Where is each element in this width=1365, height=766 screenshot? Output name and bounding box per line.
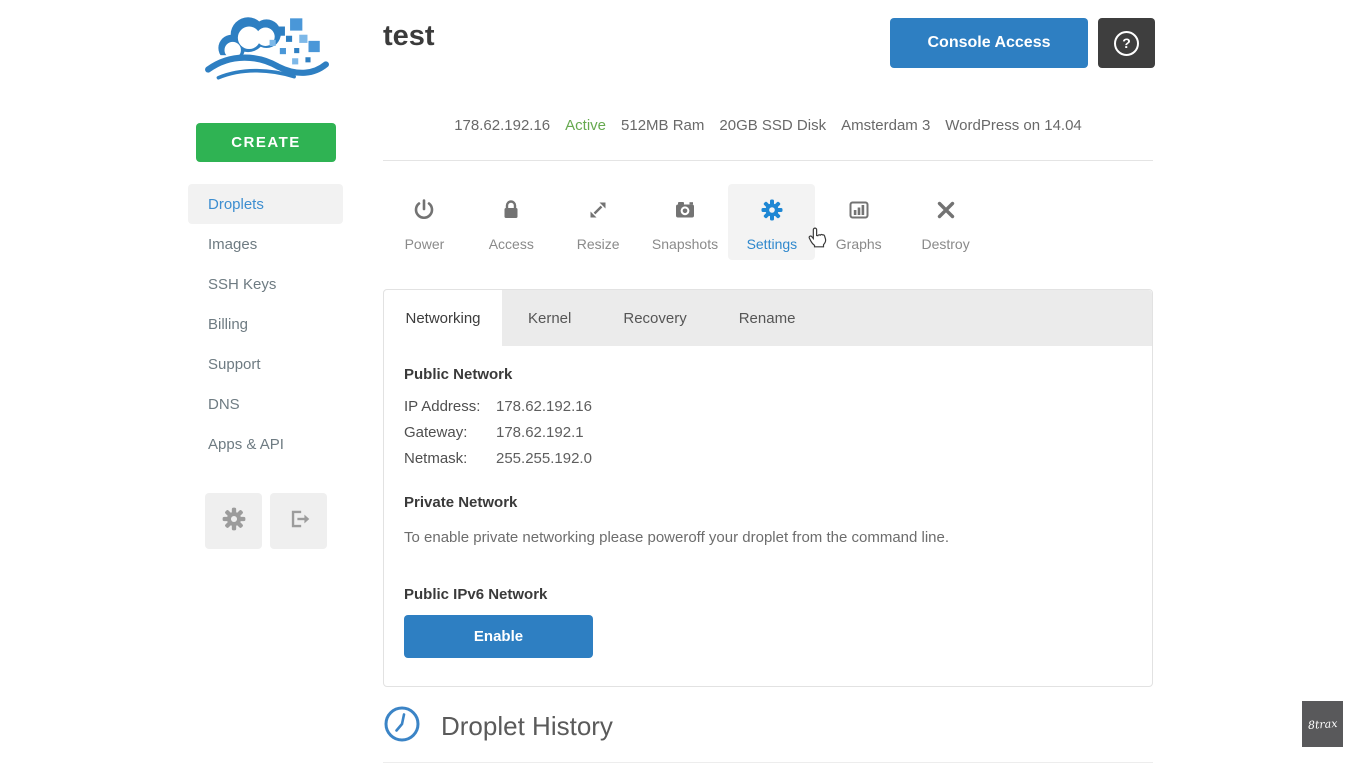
- droplet-meta-bar: 178.62.192.16 Active 512MB Ram 20GB SSD …: [383, 117, 1153, 134]
- enable-ipv6-button[interactable]: Enable: [404, 615, 593, 658]
- digitalocean-logo: [202, 6, 330, 88]
- action-settings[interactable]: Settings: [728, 184, 815, 260]
- ip-address-label: IP Address:: [404, 394, 496, 420]
- ip-address-value: 178.62.192.16: [496, 394, 592, 420]
- droplet-history-title: Droplet History: [441, 711, 613, 742]
- page-title: test: [383, 20, 435, 53]
- cursor-pointer-icon: [806, 226, 828, 250]
- lock-icon: [499, 198, 523, 227]
- bar-chart-icon: [847, 198, 871, 227]
- video-watermark: 8trax: [1302, 701, 1343, 747]
- logout-icon: [286, 506, 312, 537]
- help-button[interactable]: ?: [1098, 18, 1155, 68]
- droplet-history-header: Droplet History: [383, 705, 613, 748]
- question-mark-icon: ?: [1114, 31, 1139, 56]
- watermark-label: 8trax: [1307, 716, 1337, 731]
- status-badge: Active: [565, 117, 606, 134]
- sidebar-item-support[interactable]: Support: [188, 344, 343, 384]
- netmask-row: Netmask: 255.255.192.0: [404, 446, 1132, 472]
- settings-panel: Networking Kernel Recovery Rename Public…: [383, 289, 1153, 687]
- sidebar-item-apps-api[interactable]: Apps & API: [188, 424, 343, 464]
- public-network-title: Public Network: [404, 366, 1132, 383]
- history-divider: [383, 762, 1153, 763]
- action-graphs[interactable]: Graphs: [815, 184, 902, 260]
- action-label: Graphs: [836, 236, 882, 252]
- private-network-title: Private Network: [404, 494, 1132, 511]
- private-network-message: To enable private networking please powe…: [404, 529, 1132, 546]
- sidebar-item-billing[interactable]: Billing: [188, 304, 343, 344]
- sidebar-item-images[interactable]: Images: [188, 224, 343, 264]
- logout-button[interactable]: [270, 493, 327, 549]
- networking-content: Public Network IP Address: 178.62.192.16…: [384, 346, 1152, 678]
- power-icon: [412, 198, 436, 227]
- gear-icon: [221, 506, 247, 537]
- cloud-logo-graphic: [202, 6, 330, 88]
- droplet-image: WordPress on 14.04: [945, 117, 1081, 134]
- tab-rename[interactable]: Rename: [713, 290, 822, 346]
- gateway-value: 178.62.192.1: [496, 420, 584, 446]
- camera-icon: [673, 198, 697, 227]
- settings-tabbar: Networking Kernel Recovery Rename: [384, 290, 1152, 346]
- console-access-button[interactable]: Console Access: [890, 18, 1088, 68]
- gateway-label: Gateway:: [404, 420, 496, 446]
- action-resize[interactable]: Resize: [555, 184, 642, 260]
- action-power[interactable]: Power: [381, 184, 468, 260]
- droplet-disk: 20GB SSD Disk: [719, 117, 826, 134]
- clock-icon: [383, 705, 421, 748]
- droplet-actions: Power Access Resize: [381, 184, 989, 260]
- sidebar-tools: [205, 493, 327, 549]
- ipv6-network-title: Public IPv6 Network: [404, 586, 1132, 603]
- account-settings-button[interactable]: [205, 493, 262, 549]
- tab-kernel[interactable]: Kernel: [502, 290, 597, 346]
- tab-recovery[interactable]: Recovery: [597, 290, 712, 346]
- action-label: Settings: [747, 236, 798, 252]
- sidebar-nav: Droplets Images SSH Keys Billing Support…: [188, 184, 343, 464]
- header-divider: [383, 160, 1153, 161]
- droplet-ip: 178.62.192.16: [454, 117, 550, 134]
- gear-icon: [760, 198, 784, 227]
- sidebar-item-dns[interactable]: DNS: [188, 384, 343, 424]
- tab-networking[interactable]: Networking: [384, 290, 502, 346]
- action-access[interactable]: Access: [468, 184, 555, 260]
- action-label: Access: [489, 236, 534, 252]
- action-label: Snapshots: [652, 236, 718, 252]
- droplet-region: Amsterdam 3: [841, 117, 930, 134]
- x-icon: [934, 198, 958, 227]
- create-button[interactable]: CREATE: [196, 123, 336, 162]
- ip-address-row: IP Address: 178.62.192.16: [404, 394, 1132, 420]
- action-label: Power: [405, 236, 445, 252]
- gateway-row: Gateway: 178.62.192.1: [404, 420, 1132, 446]
- action-snapshots[interactable]: Snapshots: [642, 184, 729, 260]
- netmask-value: 255.255.192.0: [496, 446, 592, 472]
- public-network-rows: IP Address: 178.62.192.16 Gateway: 178.6…: [404, 394, 1132, 472]
- sidebar-item-ssh-keys[interactable]: SSH Keys: [188, 264, 343, 304]
- resize-arrows-icon: [586, 198, 610, 227]
- sidebar-item-droplets[interactable]: Droplets: [188, 184, 343, 224]
- netmask-label: Netmask:: [404, 446, 496, 472]
- droplet-ram: 512MB Ram: [621, 117, 704, 134]
- action-label: Resize: [577, 236, 620, 252]
- action-destroy[interactable]: Destroy: [902, 184, 989, 260]
- action-label: Destroy: [921, 236, 969, 252]
